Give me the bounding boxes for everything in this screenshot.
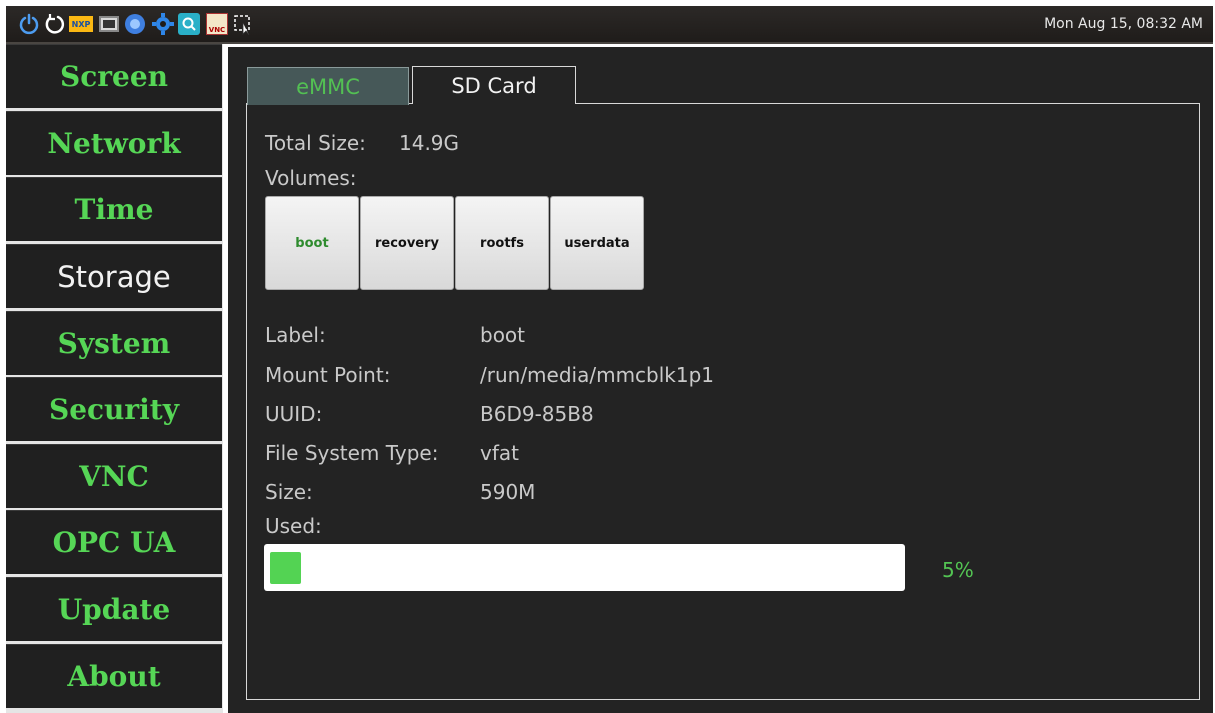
volumes-label: Volumes: [265,166,357,190]
used-key: Used: [265,514,322,538]
search-app-icon[interactable] [176,11,202,37]
sidebar-item-vnc[interactable]: VNC [6,444,222,508]
power-icon[interactable] [16,11,42,37]
sidebar-item-about[interactable]: About [6,644,222,708]
settings-gear-icon[interactable] [150,11,176,37]
tab-emmc[interactable]: eMMC [247,67,409,105]
tab-sd-card[interactable]: SD Card [412,66,576,104]
sidebar: Screen Network Time Storage System Secur… [6,44,223,713]
used-percent-text: 5% [942,558,974,582]
restart-icon[interactable] [42,11,68,37]
screenshot-select-icon[interactable] [230,11,256,37]
sidebar-item-network[interactable]: Network [6,111,222,175]
volume-button-rootfs[interactable]: rootfs [455,196,549,290]
uuid-key: UUID: [265,402,323,426]
sidebar-item-system[interactable]: System [6,311,222,375]
sidebar-item-update[interactable]: Update [6,577,222,641]
file-system-type-value: vfat [480,441,519,465]
size-key: Size: [265,480,313,504]
volume-button-boot[interactable]: boot [265,196,359,290]
sidebar-item-time[interactable]: Time [6,177,222,241]
sidebar-item-opc-ua[interactable]: OPC UA [6,510,222,574]
tight-vnc-icon[interactable]: VNC [204,11,230,37]
label-key: Label: [265,323,326,347]
storage-panel [246,103,1200,700]
used-progress-bar [264,544,905,591]
label-value: boot [480,323,526,347]
size-value: 590M [480,480,536,504]
vnc-icon-text: VNC [206,13,228,35]
sidebar-item-security[interactable]: Security [6,377,222,441]
nxp-logo-icon[interactable]: NXP [68,11,94,37]
sidebar-item-storage[interactable]: Storage [6,244,222,308]
volume-button-userdata[interactable]: userdata [550,196,644,290]
total-size-value: 14.9G [399,131,460,155]
volume-button-recovery[interactable]: recovery [360,196,454,290]
clock: Mon Aug 15, 08:32 AM [1044,16,1203,32]
browser-icon[interactable] [122,11,148,37]
total-size-label: Total Size: [265,131,366,155]
taskbar: NXP VNC Mon Aug 15, 08:32 AM [6,6,1213,44]
file-system-type-key: File System Type: [265,441,439,465]
mount-point-value: /run/media/mmcblk1p1 [480,363,715,387]
nxp-logo-text: NXP [69,16,93,32]
sidebar-item-screen[interactable]: Screen [6,44,222,108]
terminal-icon[interactable] [96,11,122,37]
used-progress-fill [270,552,301,584]
uuid-value: B6D9-85B8 [480,402,594,426]
mount-point-key: Mount Point: [265,363,391,387]
